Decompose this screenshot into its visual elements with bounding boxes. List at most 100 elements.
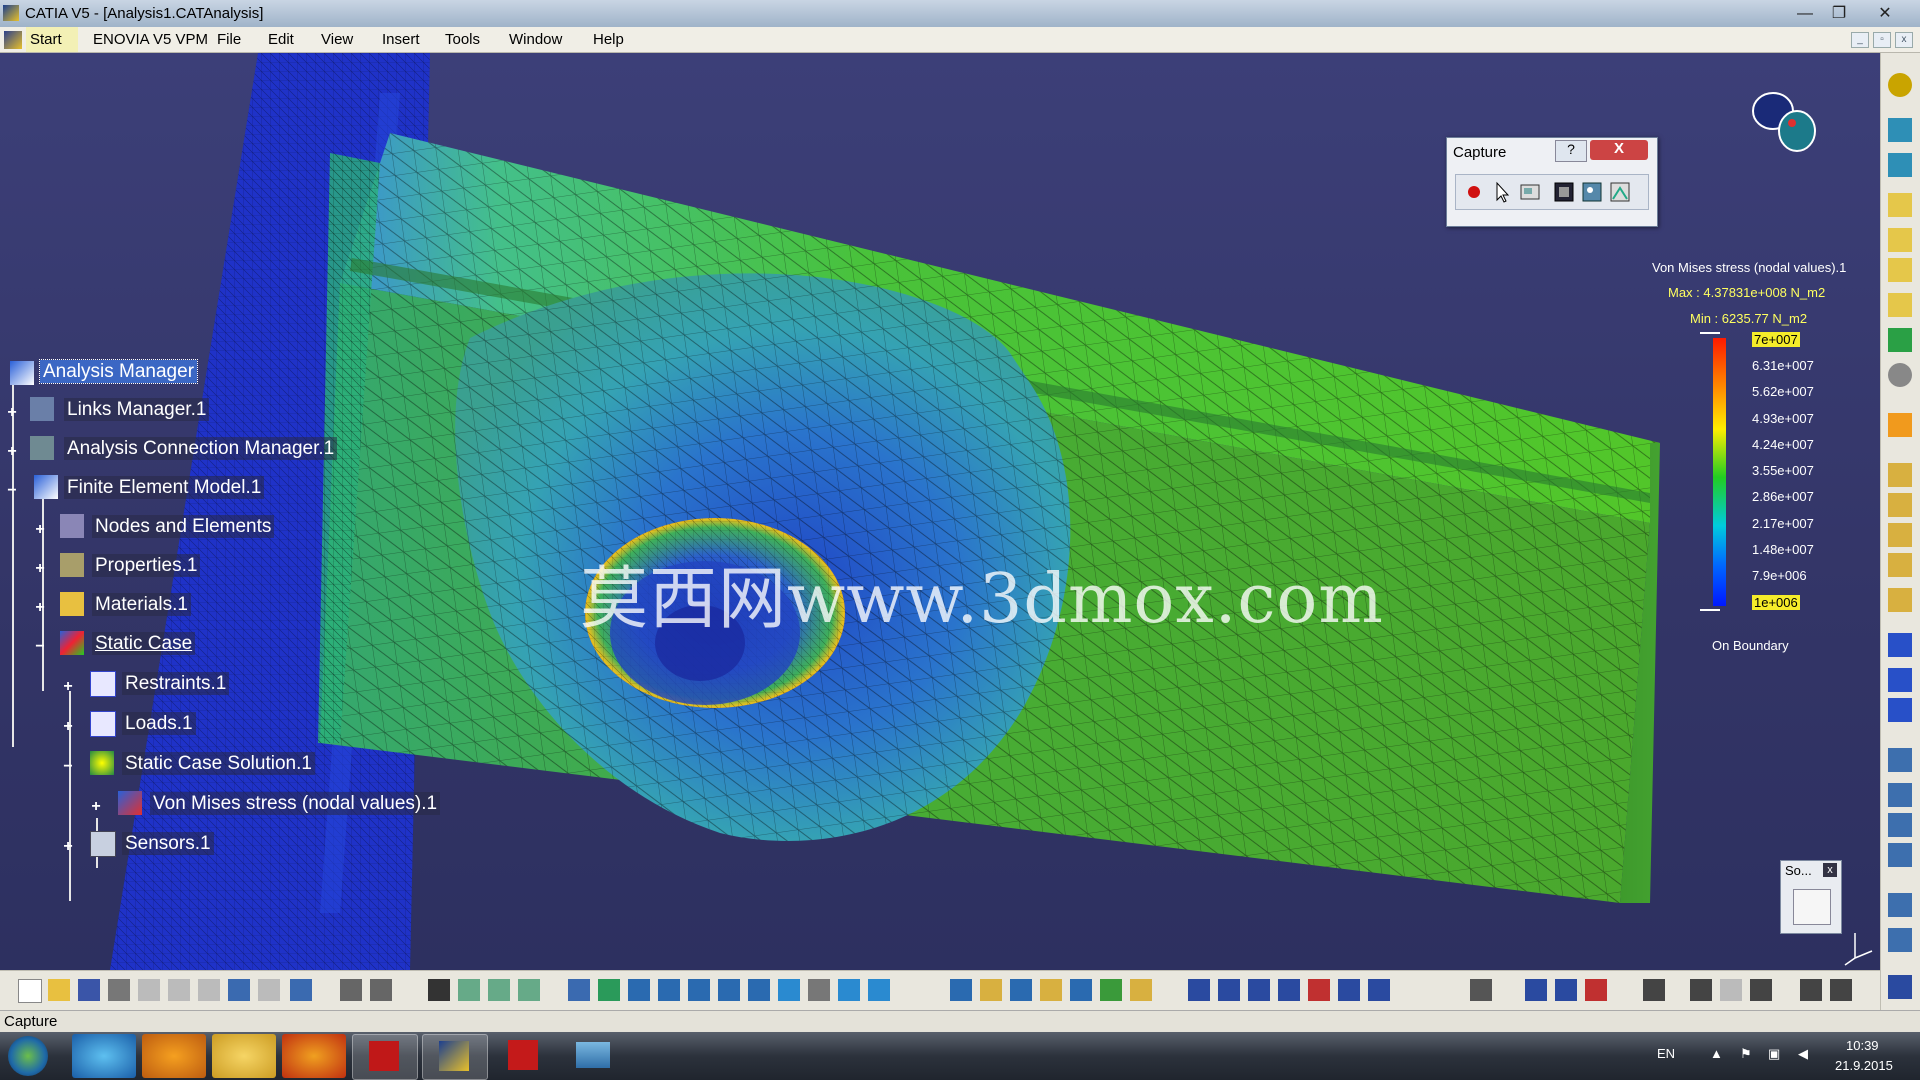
render-style-icon[interactable]	[868, 979, 890, 1001]
capture-image-icon[interactable]	[1552, 180, 1576, 204]
file-explorer-icon[interactable]	[212, 1034, 276, 1078]
animate-icon[interactable]	[1888, 633, 1912, 657]
mesh-tool-icon[interactable]	[1888, 193, 1912, 217]
tree-item-properties[interactable]: + Properties.1	[32, 553, 201, 577]
mesh-visual-icon[interactable]	[1525, 979, 1547, 1001]
save-icon[interactable]	[78, 979, 100, 1001]
language-indicator[interactable]: EN	[1657, 1046, 1675, 1061]
error-icon[interactable]	[1888, 588, 1912, 612]
expand-icon[interactable]: +	[34, 561, 46, 577]
cut-plane-icon[interactable]	[1888, 668, 1912, 692]
capture-tool-icon[interactable]	[1830, 979, 1852, 1001]
result-tool-4-icon[interactable]	[1278, 979, 1300, 1001]
report-icon[interactable]	[1888, 748, 1912, 772]
collapse-icon[interactable]: −	[62, 759, 74, 775]
close-button[interactable]: ✕	[1860, 0, 1910, 26]
expand-icon[interactable]: +	[6, 405, 18, 421]
doc-minimize-icon[interactable]: _	[1851, 32, 1869, 48]
paste-icon[interactable]	[198, 979, 220, 1001]
tree-item-connection-manager[interactable]: + Analysis Connection Manager.1	[4, 436, 338, 460]
section-icon[interactable]	[1585, 979, 1607, 1001]
menu-view[interactable]: View	[321, 31, 353, 48]
catalog-icon[interactable]	[1643, 979, 1665, 1001]
catia-taskbar-button[interactable]	[422, 1034, 488, 1080]
table-icon[interactable]	[428, 979, 450, 1001]
result-tool-2-icon[interactable]	[1218, 979, 1240, 1001]
expand-icon[interactable]: +	[34, 522, 46, 538]
album-icon[interactable]	[1580, 180, 1604, 204]
expand-icon[interactable]: +	[34, 600, 46, 616]
principal-stress-icon[interactable]	[1888, 553, 1912, 577]
result-tool-1-icon[interactable]	[1188, 979, 1210, 1001]
tree-item-materials[interactable]: + Materials.1	[32, 592, 191, 616]
view-mode-icon[interactable]	[518, 979, 540, 1001]
result-tool-5-icon[interactable]	[1308, 979, 1330, 1001]
print-icon[interactable]	[108, 979, 130, 1001]
tree-item-fem-model[interactable]: − Finite Element Model.1	[4, 475, 265, 499]
open-icon[interactable]	[48, 979, 70, 1001]
volume-icon[interactable]: ◀	[1798, 1046, 1808, 1062]
image-tool-icon[interactable]	[1888, 813, 1912, 837]
chart-icon[interactable]	[1720, 979, 1742, 1001]
expand-icon[interactable]: +	[62, 679, 74, 695]
result-tool-6-icon[interactable]	[1338, 979, 1360, 1001]
result-tool-icon[interactable]	[1888, 413, 1912, 437]
expand-icon[interactable]: +	[62, 719, 74, 735]
collapse-icon[interactable]: −	[34, 639, 46, 655]
network-icon[interactable]: ▣	[1768, 1046, 1780, 1062]
tree-item-loads[interactable]: + Loads.1	[60, 711, 196, 737]
expand-icon[interactable]: +	[6, 444, 18, 460]
tree-item-links-manager[interactable]: + Links Manager.1	[4, 397, 210, 421]
menu-help[interactable]: Help	[593, 31, 624, 48]
new-icon[interactable]	[18, 979, 42, 1003]
fit-all-icon[interactable]	[598, 979, 620, 1001]
menu-tools[interactable]: Tools	[445, 31, 480, 48]
analysis-tool-1-icon[interactable]	[950, 979, 972, 1001]
compute-icon[interactable]	[1888, 328, 1912, 352]
menu-edit[interactable]: Edit	[268, 31, 294, 48]
load-tool-icon[interactable]	[1888, 293, 1912, 317]
doc-close-icon[interactable]: x	[1895, 32, 1913, 48]
zoom-in-icon[interactable]	[688, 979, 710, 1001]
layout-icon[interactable]	[1800, 979, 1822, 1001]
tree-item-von-mises[interactable]: + Von Mises stress (nodal values).1	[88, 791, 441, 815]
rotate-icon[interactable]	[658, 979, 680, 1001]
expand-icon[interactable]: +	[90, 799, 102, 815]
clock-date[interactable]: 21.9.2015	[1835, 1058, 1893, 1073]
knowledge-icon[interactable]	[370, 979, 392, 1001]
menu-insert[interactable]: Insert	[382, 31, 420, 48]
cut-icon[interactable]	[138, 979, 160, 1001]
autocad-taskbar-button[interactable]	[352, 1034, 418, 1080]
material-tool-icon[interactable]	[1888, 258, 1912, 282]
record-icon[interactable]	[1462, 180, 1486, 204]
deformation-icon[interactable]	[1888, 463, 1912, 487]
mesh-quality-icon[interactable]	[1555, 979, 1577, 1001]
sensor-list-icon[interactable]	[1888, 843, 1912, 867]
clamp-tool-icon[interactable]	[1888, 153, 1912, 177]
doc-restore-icon[interactable]: ▫	[1873, 32, 1891, 48]
sensor-tool-icon[interactable]	[1888, 363, 1912, 387]
snap-icon[interactable]	[488, 979, 510, 1001]
expand-icon[interactable]: +	[62, 839, 74, 855]
measure-icon[interactable]	[1470, 979, 1492, 1001]
zoom-out-icon[interactable]	[718, 979, 740, 1001]
analysis-tool-5-icon[interactable]	[1070, 979, 1092, 1001]
stress-icon[interactable]	[1888, 493, 1912, 517]
maximize-button[interactable]: ❐	[1822, 0, 1856, 26]
iso-view-icon[interactable]	[778, 979, 800, 1001]
list-icon[interactable]	[1750, 979, 1772, 1001]
tree-item-static-case[interactable]: − Static Case	[32, 631, 196, 655]
group-icon[interactable]	[1888, 893, 1912, 917]
whats-this-icon[interactable]	[290, 979, 312, 1001]
extremum-icon[interactable]	[1888, 928, 1912, 952]
select-cursor-icon[interactable]	[1490, 180, 1514, 204]
restraint-tool-icon[interactable]	[1888, 118, 1912, 142]
menu-enovia[interactable]: ENOVIA V5 VPM	[93, 31, 208, 48]
hide-show-icon[interactable]	[808, 979, 830, 1001]
analysis-tool-2-icon[interactable]	[980, 979, 1002, 1001]
swap-space-icon[interactable]	[838, 979, 860, 1001]
redo-icon[interactable]	[258, 979, 280, 1001]
collapse-icon[interactable]: −	[6, 483, 18, 499]
sheet-icon[interactable]	[1690, 979, 1712, 1001]
tree-item-sensors[interactable]: + Sensors.1	[60, 831, 214, 857]
